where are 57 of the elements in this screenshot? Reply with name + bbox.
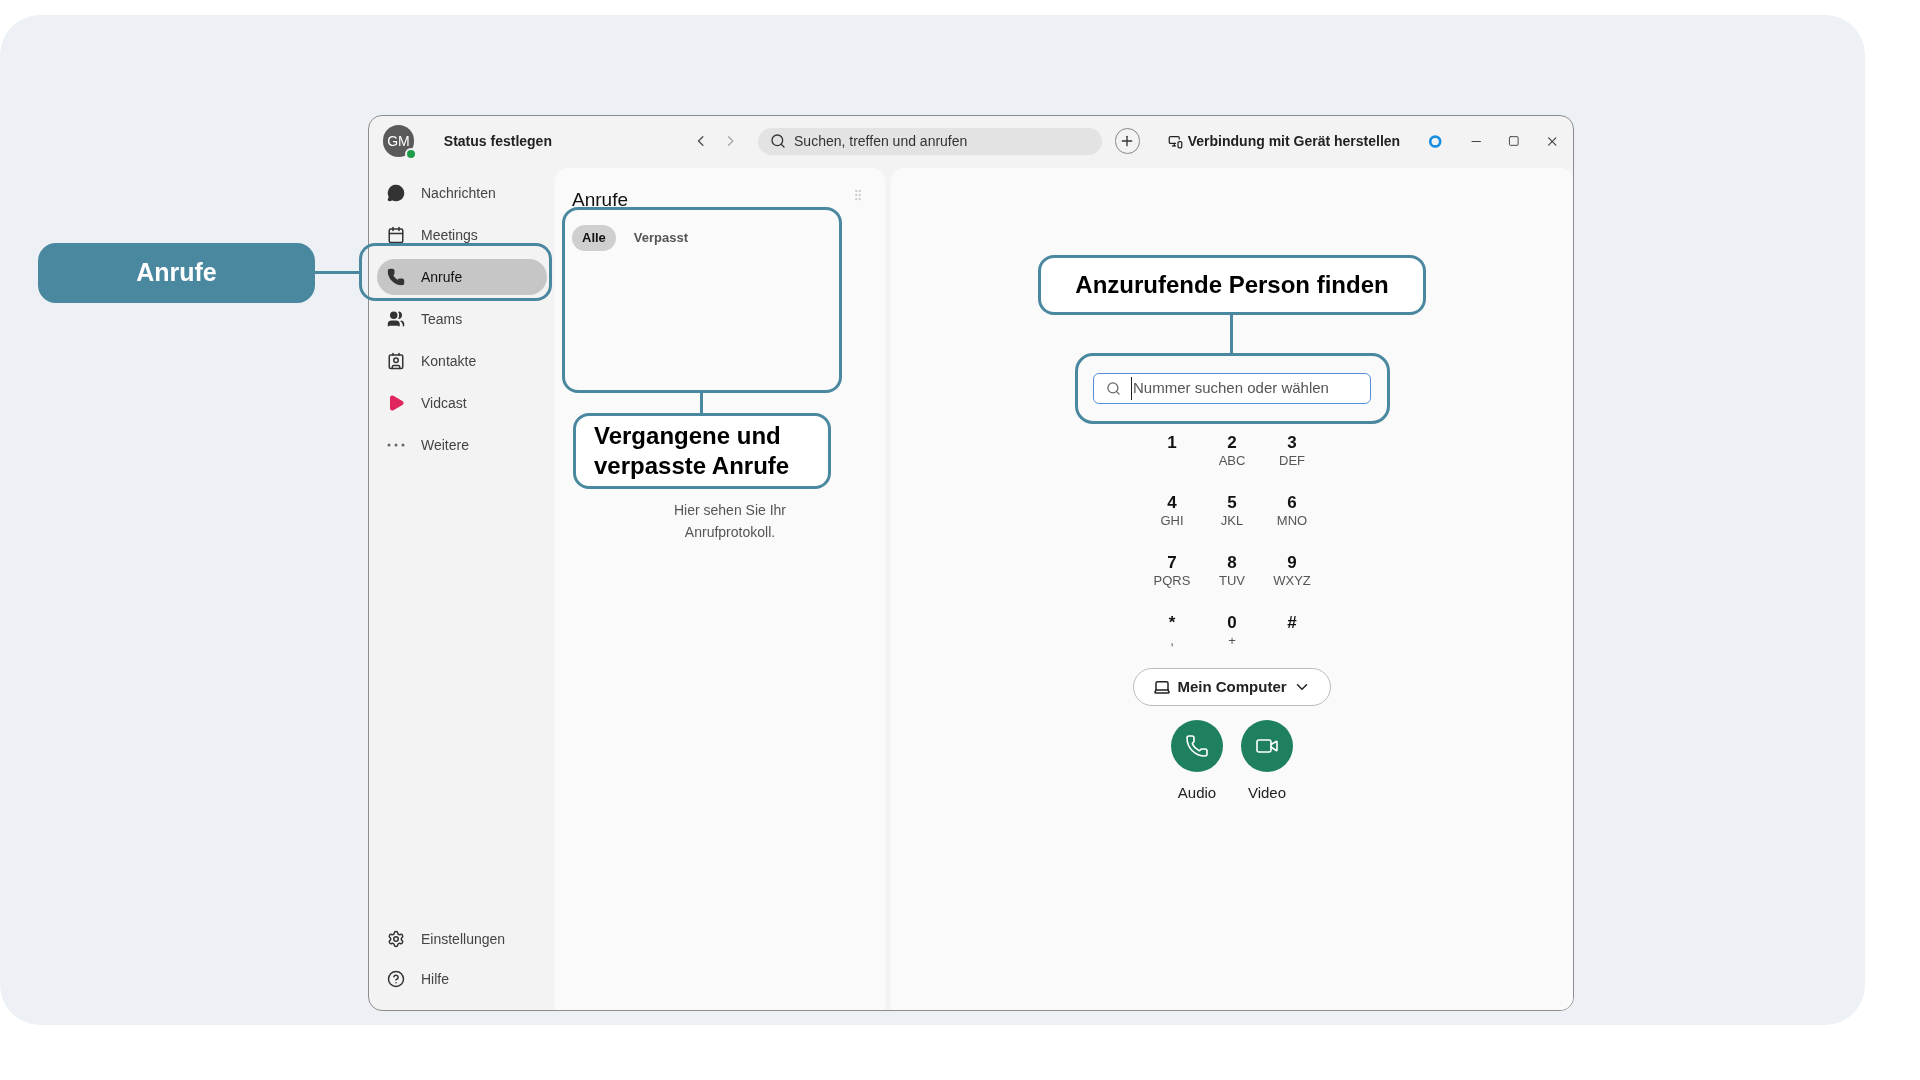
sidebar-item[interactable]: Kontakte (377, 343, 547, 379)
leader-line (314, 271, 361, 274)
callout-label: Anzurufende Person finden (1038, 255, 1426, 315)
help-icon (387, 970, 405, 988)
sidebar-item[interactable]: Teams (377, 301, 547, 337)
play-triangle-icon (387, 394, 405, 412)
device-dropdown[interactable]: Mein Computer (1133, 668, 1331, 706)
avatar[interactable]: GM (383, 125, 414, 157)
dial-key[interactable]: 2 ABC (1202, 428, 1262, 472)
call-label: Audio (1177, 783, 1217, 803)
dial-key[interactable]: 5 JKL (1202, 488, 1262, 532)
sidebar-item[interactable]: Anrufe (377, 259, 547, 295)
contact-card-icon (387, 352, 405, 370)
dial-key[interactable]: 7 PQRS (1142, 548, 1202, 592)
dial-key[interactable]: 3 DEF (1262, 428, 1322, 472)
calendar-icon (387, 226, 405, 244)
phone-icon (387, 268, 405, 286)
dial-key[interactable]: 8 TUV (1202, 548, 1262, 592)
sidebar-item[interactable]: Meetings (377, 217, 547, 253)
sidebar-item[interactable]: Vidcast (377, 385, 547, 421)
laptop-icon (1153, 678, 1172, 696)
callout-label: Vergangene und verpasste Anrufe (573, 413, 831, 489)
status-link[interactable]: Status festlegen (443, 130, 637, 152)
audio-call-button[interactable] (1171, 720, 1223, 772)
dial-key[interactable]: # (1262, 608, 1322, 652)
sidebar-item[interactable]: Nachrichten (377, 175, 547, 211)
filter-tab[interactable]: Alle (572, 225, 616, 251)
dial-key[interactable]: 4 GHI (1142, 488, 1202, 532)
panel-title: Anrufe (572, 190, 628, 209)
sidebar-item[interactable]: Einstellungen (377, 920, 547, 958)
sidebar-item[interactable]: Weitere (377, 427, 547, 463)
maximize-icon[interactable] (1508, 135, 1520, 147)
more-icon (387, 443, 405, 447)
empty-message: Hier sehen Sie Ihr Anrufprotokoll. (672, 501, 788, 542)
chat-bubble-icon (387, 184, 405, 202)
dial-key[interactable]: 9 WXYZ (1262, 548, 1322, 592)
people-icon (387, 310, 405, 328)
dial-key[interactable]: 0 + (1202, 608, 1262, 652)
video-call-button[interactable] (1241, 720, 1293, 772)
filter-tab[interactable]: Verpasst (623, 225, 699, 251)
search-field[interactable]: Suchen, treffen und anrufen (758, 127, 1102, 155)
search-icon (1106, 381, 1121, 396)
dial-key[interactable]: 6 MNO (1262, 488, 1322, 532)
callout-label: Anrufe (38, 243, 315, 303)
ring-logo-icon (1428, 133, 1443, 149)
dial-key[interactable]: * , (1142, 608, 1202, 652)
leader-line (700, 393, 703, 413)
dial-key[interactable]: 1 (1142, 428, 1202, 472)
leader-line (1230, 315, 1233, 353)
phone-icon (1185, 734, 1209, 758)
connect-device-button[interactable]: Verbindung mit Gerät herstellen (1167, 130, 1401, 152)
settings-icon (387, 930, 405, 948)
device-icon (1167, 133, 1183, 149)
dial-input-field[interactable]: Nummer suchen oder wählen (1093, 373, 1371, 404)
search-icon (770, 133, 786, 149)
sidebar-item[interactable]: Hilfe (377, 960, 547, 998)
call-label: Video (1247, 783, 1287, 803)
